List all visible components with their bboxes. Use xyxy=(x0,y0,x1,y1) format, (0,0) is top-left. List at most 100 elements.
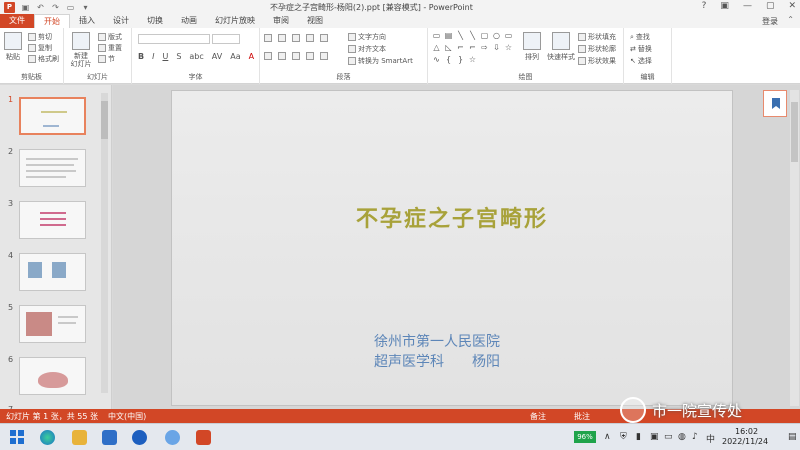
sign-in-link[interactable]: 登录 xyxy=(762,16,778,27)
slide-thumbnail[interactable] xyxy=(19,201,86,239)
tab-slideshow[interactable]: 幻灯片放映 xyxy=(206,14,264,28)
save-icon[interactable]: ▣ xyxy=(21,3,30,12)
curve-shape-icon[interactable]: ∿ xyxy=(432,56,441,64)
quick-styles-button[interactable]: 快速样式 xyxy=(546,32,576,62)
oval-shape-icon[interactable]: ○ xyxy=(492,32,501,40)
tab-review[interactable]: 审阅 xyxy=(264,14,298,28)
reset-button[interactable]: 重置 xyxy=(98,43,122,53)
battery-indicator[interactable]: 96% xyxy=(574,431,596,443)
help-icon[interactable]: ? xyxy=(702,1,707,11)
arrange-button[interactable]: 排列 xyxy=(520,32,544,62)
tab-design[interactable]: 设计 xyxy=(104,14,138,28)
columns-icon[interactable] xyxy=(320,52,328,60)
thumbnail-scrollbar[interactable] xyxy=(101,93,108,393)
rtriangle-shape-icon[interactable]: ◺ xyxy=(444,44,453,52)
slide-thumbnail[interactable] xyxy=(19,305,86,343)
slide-scrollbar[interactable] xyxy=(790,90,799,406)
tab-file[interactable]: 文件 xyxy=(0,14,34,28)
volume-icon[interactable]: ♪ xyxy=(692,432,698,442)
windows-start-icon[interactable] xyxy=(10,430,25,445)
powerpoint-taskbar-icon[interactable] xyxy=(196,430,211,445)
comments-button[interactable]: 批注 xyxy=(574,411,590,422)
ime-indicator[interactable]: 中 xyxy=(706,432,715,445)
file-explorer-icon[interactable] xyxy=(72,430,87,445)
notes-button[interactable]: 备注 xyxy=(530,411,546,422)
text-direction-button[interactable]: 文字方向 xyxy=(348,32,386,42)
line-spacing-icon[interactable] xyxy=(320,34,328,42)
find-button[interactable]: ⌕ 查找 xyxy=(630,32,650,42)
tray-expand-icon[interactable]: ∧ xyxy=(604,432,611,442)
display-icon[interactable]: ▣ xyxy=(650,432,659,442)
format-painter-button[interactable]: 格式刷 xyxy=(28,54,59,64)
connector2-shape-icon[interactable]: ⌐ xyxy=(468,44,477,52)
increase-indent-icon[interactable] xyxy=(306,34,314,42)
smartart-button[interactable]: 转换为 SmartArt xyxy=(348,56,413,66)
slide-thumbnail[interactable] xyxy=(19,357,86,395)
brace-shape-icon[interactable]: { xyxy=(444,56,453,64)
notification-icon[interactable]: ▤ xyxy=(788,432,797,442)
rect2-shape-icon[interactable]: ▭ xyxy=(504,32,513,40)
browser-icon[interactable] xyxy=(165,430,180,445)
layout-button[interactable]: 版式 xyxy=(98,32,122,42)
minimize-button[interactable]: — xyxy=(743,1,752,11)
ribbon-display-icon[interactable]: ▣ xyxy=(720,1,729,11)
globe-icon[interactable]: ◍ xyxy=(678,432,686,442)
rounded-rect-shape-icon[interactable]: ▢ xyxy=(480,32,489,40)
start-slideshow-icon[interactable]: ▭ xyxy=(66,3,75,12)
star2-shape-icon[interactable]: ☆ xyxy=(468,56,477,64)
tab-animations[interactable]: 动画 xyxy=(172,14,206,28)
slide-thumbnail[interactable] xyxy=(19,97,86,135)
select-button[interactable]: ↖ 选择 xyxy=(630,56,652,66)
tab-insert[interactable]: 插入 xyxy=(70,14,104,28)
security-icon[interactable]: ⛨ xyxy=(620,432,627,442)
arrow-right-shape-icon[interactable]: ⇨ xyxy=(480,44,489,52)
align-right-icon[interactable] xyxy=(292,52,300,60)
shape-fill-button[interactable]: 形状填充 xyxy=(578,32,616,42)
textbox-shape-icon[interactable]: ▤ xyxy=(444,32,453,40)
tab-transitions[interactable]: 切换 xyxy=(138,14,172,28)
underline-icon[interactable]: U xyxy=(162,52,168,61)
close-button[interactable]: ✕ xyxy=(788,1,796,11)
tab-view[interactable]: 视图 xyxy=(298,14,332,28)
undo-icon[interactable]: ↶ xyxy=(36,3,45,12)
shape-outline-button[interactable]: 形状轮廓 xyxy=(578,44,616,54)
maximize-button[interactable]: ▢ xyxy=(766,1,775,11)
font-name-select[interactable] xyxy=(138,34,210,44)
brace2-shape-icon[interactable]: } xyxy=(456,56,465,64)
font-color-icon[interactable]: A xyxy=(249,52,254,61)
char-spacing-icon[interactable]: AV xyxy=(212,52,222,61)
slide-thumbnail[interactable] xyxy=(19,253,86,291)
numbering-icon[interactable] xyxy=(278,34,286,42)
slide-subtitle-line1[interactable]: 徐州市第一人民医院 xyxy=(374,331,500,351)
slide-title[interactable]: 不孕症之子宫畸形 xyxy=(172,201,732,233)
slide-subtitle-line2[interactable]: 超声医学科 杨阳 xyxy=(374,351,500,371)
italic-icon[interactable]: I xyxy=(152,52,154,61)
paste-button[interactable]: 粘贴 xyxy=(2,32,24,62)
triangle-shape-icon[interactable]: △ xyxy=(432,44,441,52)
align-center-icon[interactable] xyxy=(278,52,286,60)
align-left-icon[interactable] xyxy=(264,52,272,60)
shadow-icon[interactable]: S xyxy=(176,52,181,61)
tab-home[interactable]: 开始 xyxy=(34,14,70,28)
current-slide[interactable]: 不孕症之子宫畸形 徐州市第一人民医院 超声医学科 杨阳 xyxy=(171,90,733,406)
scrollbar-thumb[interactable] xyxy=(791,102,798,162)
slide-thumbnail[interactable] xyxy=(19,149,86,187)
section-button[interactable]: 节 xyxy=(98,54,115,64)
line-shape-icon[interactable]: ╲ xyxy=(456,32,465,40)
font-size-select[interactable] xyxy=(212,34,240,44)
new-slide-button[interactable]: 新建 幻灯片 xyxy=(68,32,94,68)
cut-button[interactable]: 剪切 xyxy=(28,32,52,42)
collapse-ribbon-icon[interactable]: ⌃ xyxy=(787,15,794,24)
language-indicator[interactable]: 中文(中国) xyxy=(108,411,146,422)
clock-date[interactable]: 2022/11/24 xyxy=(722,437,768,446)
app-l-icon[interactable] xyxy=(132,430,147,445)
clock-time[interactable]: 16:02 xyxy=(735,427,758,436)
strikethrough-icon[interactable]: abc xyxy=(189,52,203,61)
edge-browser-icon[interactable] xyxy=(40,430,55,445)
scrollbar-thumb[interactable] xyxy=(101,101,108,139)
star-shape-icon[interactable]: ☆ xyxy=(504,44,513,52)
network-icon[interactable]: ▭ xyxy=(664,432,673,442)
customize-qat-icon[interactable]: ▾ xyxy=(81,3,90,12)
change-case-icon[interactable]: Aa xyxy=(230,52,240,61)
replace-button[interactable]: ⇄ 替换 xyxy=(630,44,652,54)
